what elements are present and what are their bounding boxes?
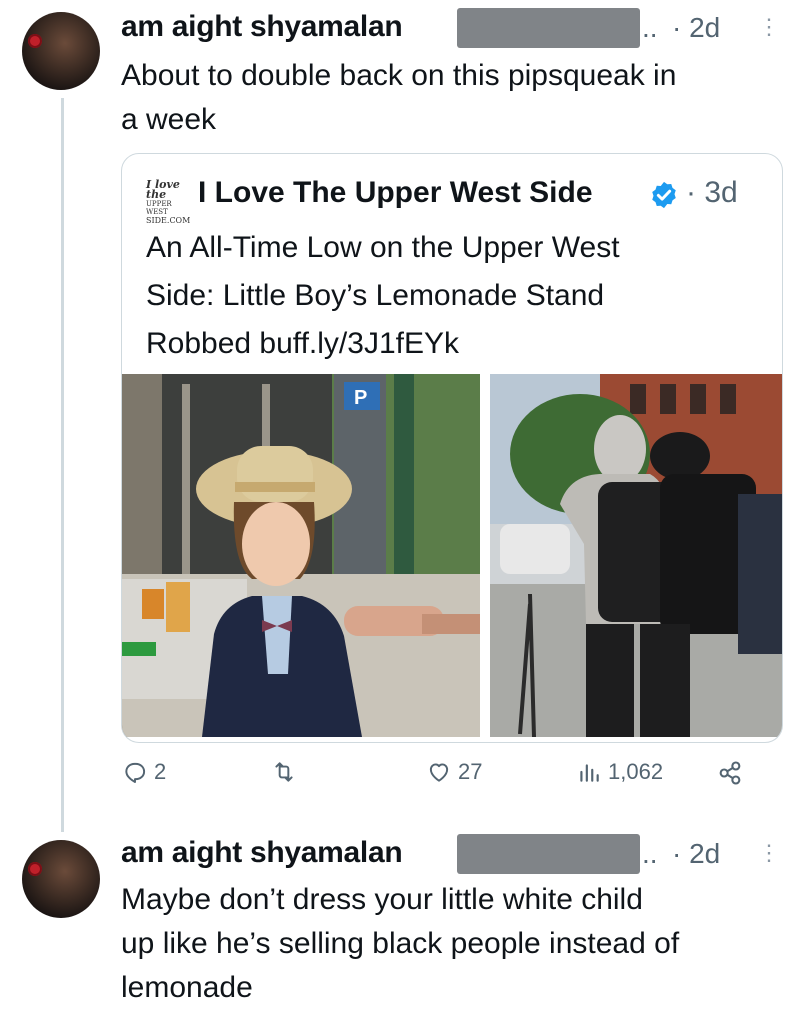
tweet-text-line: up like he’s selling black people instea… <box>121 927 680 960</box>
logo-text: UPPER WEST <box>146 200 172 216</box>
timestamp[interactable]: · 2d <box>672 838 720 870</box>
flower-icon <box>28 862 42 876</box>
tweet-text: About to double back on this pipsqueak i… <box>121 54 791 142</box>
share-icon <box>719 761 741 785</box>
reply-icon <box>125 762 146 783</box>
photo-boy-lemonade-stand[interactable]: P <box>122 374 480 737</box>
quoted-author-name[interactable]: I Love The Upper West Side <box>198 176 593 210</box>
quoted-text-line: An All-Time Low on the Upper West <box>146 231 620 264</box>
quoted-timestamp[interactable]: · 3d <box>686 176 738 210</box>
action-bar: 2 27 1,062 <box>0 757 805 797</box>
avatar[interactable] <box>22 840 100 918</box>
reply-count: 2 <box>154 759 167 784</box>
analytics-icon <box>580 764 599 782</box>
views-button[interactable]: 1,062 <box>576 759 663 785</box>
quoted-text-line: Robbed buff.ly/3J1fEYk <box>146 327 459 360</box>
photo-street-graphic <box>490 374 782 737</box>
redacted-handle <box>457 834 640 874</box>
handle-ellipsis: .. <box>642 838 658 869</box>
retweet-button[interactable] <box>270 759 304 785</box>
reply-button[interactable]: 2 <box>122 759 166 785</box>
share-button[interactable] <box>716 759 744 787</box>
avatar[interactable] <box>22 12 100 90</box>
view-count: 1,062 <box>608 759 664 784</box>
thread-line <box>61 98 64 832</box>
like-count: 27 <box>458 759 483 784</box>
quoted-text: An All-Time Low on the Upper West Side: … <box>146 224 746 368</box>
retweet-icon <box>275 762 293 782</box>
tweet-text-line: About to double back on this pipsqueak i… <box>121 59 677 92</box>
logo-text: I love the <box>146 178 180 201</box>
flower-icon <box>28 34 42 48</box>
author-name[interactable]: am aight shyamalan <box>121 836 403 870</box>
tweet-text-line: Maybe don’t dress your little white chil… <box>121 883 643 916</box>
tweet-text-line: a week <box>121 103 217 136</box>
quoted-text-line: Side: Little Boy’s Lemonade Stand <box>146 279 605 312</box>
heart-icon <box>429 763 449 782</box>
more-options-icon[interactable]: ⋮ <box>758 14 780 40</box>
verified-badge-icon <box>652 181 676 209</box>
tweet-text: Maybe don’t dress your little white chil… <box>121 878 801 1010</box>
handle-ellipsis: .. <box>642 12 658 43</box>
photo-street-backpack[interactable] <box>490 374 782 737</box>
like-button[interactable]: 27 <box>426 759 482 785</box>
more-options-icon[interactable]: ⋮ <box>758 840 780 866</box>
timestamp[interactable]: · 2d <box>672 12 720 44</box>
tweet-text-line: lemonade <box>121 971 253 1004</box>
quoted-tweet-card[interactable]: I love the UPPER WEST SIDE.COM I Love Th… <box>121 153 783 743</box>
redacted-handle <box>457 8 640 48</box>
source-logo: I love the UPPER WEST SIDE.COM <box>146 178 192 225</box>
svg-text:P: P <box>354 387 367 409</box>
photo-boy-graphic: P <box>122 374 480 737</box>
author-name[interactable]: am aight shyamalan <box>121 10 403 44</box>
